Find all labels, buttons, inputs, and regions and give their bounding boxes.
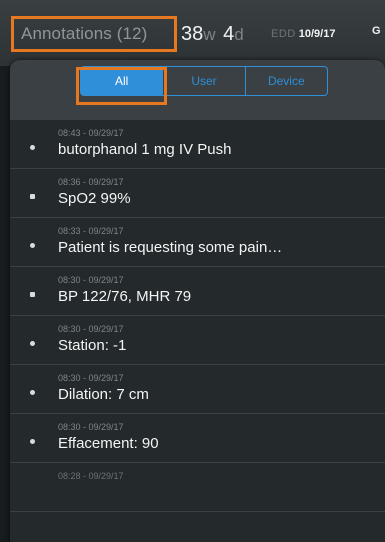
edd-value: 10/9/17 (298, 28, 336, 40)
dot-bullet-icon (30, 439, 35, 444)
dot-bullet-icon (30, 390, 35, 395)
annotations-popover: All User Device 08:43 - 09/29/17 butorph… (10, 60, 385, 542)
annotation-text: Station: -1 (58, 337, 127, 354)
annotation-text: butorphanol 1 mg IV Push (58, 141, 232, 158)
annotation-text: SpO2 99% (58, 190, 131, 207)
annotation-text: Dilation: 7 cm (58, 386, 149, 403)
annotation-timestamp: 08:43 - 09/29/17 (58, 128, 124, 138)
annotation-timestamp: 08:33 - 09/29/17 (58, 226, 124, 236)
top-header-bar: Annotations (12) 38w 4d EDD 10/9/17 G (0, 0, 385, 66)
annotation-row[interactable]: 08:28 - 09/29/17 (10, 463, 385, 512)
square-bullet-icon (30, 292, 35, 297)
annotation-row[interactable]: 08:30 - 09/29/17 Effacement: 90 (10, 414, 385, 463)
edd-label: EDD (271, 28, 296, 40)
annotation-timestamp: 08:30 - 09/29/17 (58, 324, 124, 334)
dot-bullet-icon (30, 145, 35, 150)
days-unit: d (234, 25, 244, 44)
annotation-row[interactable]: 08:30 - 09/29/17 Dilation: 7 cm (10, 365, 385, 414)
annotation-timestamp: 08:30 - 09/29/17 (58, 275, 124, 285)
annotation-row[interactable]: 08:43 - 09/29/17 butorphanol 1 mg IV Pus… (10, 120, 385, 169)
annotation-timestamp: 08:30 - 09/29/17 (58, 373, 124, 383)
filter-user-button[interactable]: User (163, 67, 246, 95)
annotation-row[interactable]: 08:30 - 09/29/17 BP 122/76, MHR 79 (10, 267, 385, 316)
weeks-unit: w (203, 25, 216, 44)
annotation-row[interactable]: 08:30 - 09/29/17 Station: -1 (10, 316, 385, 365)
annotation-timestamp: 08:30 - 09/29/17 (58, 422, 124, 432)
annotation-timestamp: 08:28 - 09/29/17 (58, 471, 124, 481)
annotation-text: BP 122/76, MHR 79 (58, 288, 192, 305)
weeks-value: 38 (181, 23, 204, 45)
square-bullet-icon (30, 194, 35, 199)
filter-segmented-control: All User Device (80, 66, 328, 96)
days-value: 4 (223, 23, 235, 45)
edd-info: EDD 10/9/17 (271, 26, 335, 42)
filter-device-button[interactable]: Device (246, 67, 327, 95)
filter-all-button[interactable]: All (81, 67, 164, 95)
annotation-list: 08:43 - 09/29/17 butorphanol 1 mg IV Pus… (10, 120, 385, 512)
annotation-text: Effacement: 90 (58, 435, 159, 452)
dot-bullet-icon (30, 341, 35, 346)
app-frame: Annotations (12) 38w 4d EDD 10/9/17 G All… (0, 0, 385, 542)
truncated-header-text: G (372, 25, 381, 37)
annotation-row[interactable]: 08:33 - 09/29/17 Patient is requesting s… (10, 218, 385, 267)
gestational-age: 38w 4d (181, 22, 246, 47)
annotation-row[interactable]: 08:36 - 09/29/17 SpO2 99% (10, 169, 385, 218)
annotation-timestamp: 08:36 - 09/29/17 (58, 177, 124, 187)
filter-header: All User Device (10, 60, 385, 120)
annotations-button[interactable]: Annotations (12) (11, 16, 177, 52)
annotation-text: Patient is requesting some pain… (58, 239, 283, 256)
dot-bullet-icon (30, 243, 35, 248)
